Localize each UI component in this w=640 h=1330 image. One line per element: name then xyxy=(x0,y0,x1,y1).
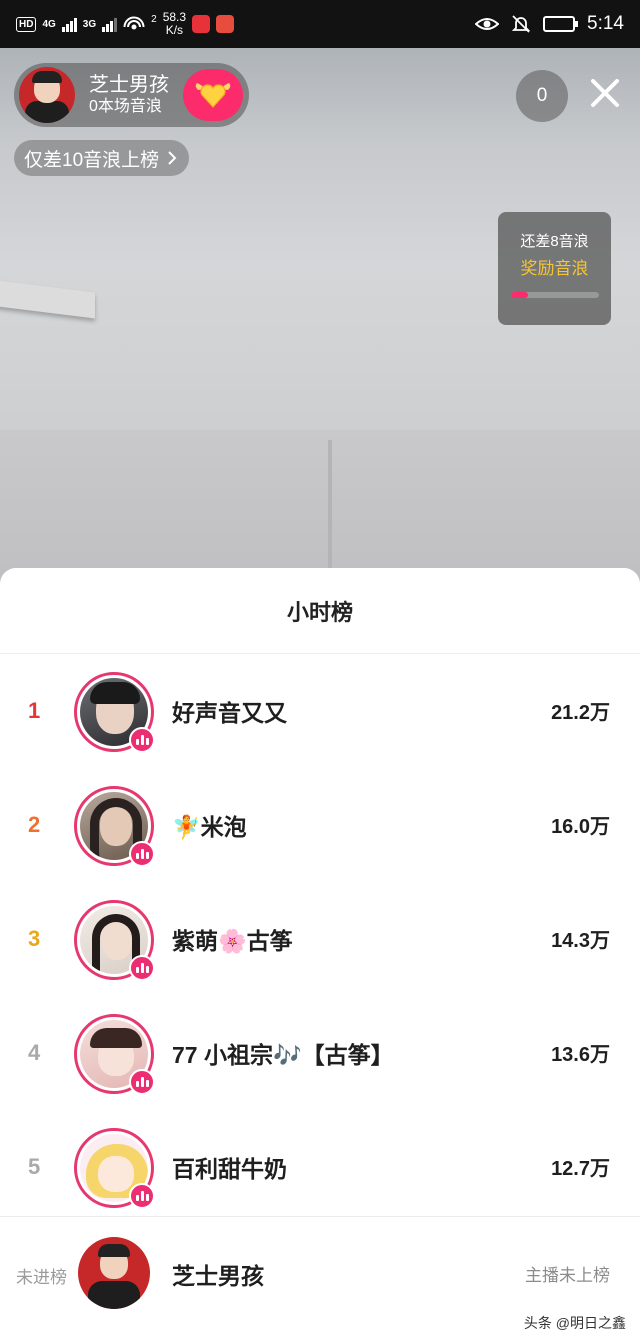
signal-icon xyxy=(61,16,77,32)
ranking-row[interactable]: 1 好声音又又 21.2万 xyxy=(0,664,640,764)
user-score: 13.6万 xyxy=(551,1044,610,1066)
user-avatar[interactable] xyxy=(74,1014,155,1095)
avatar-hair xyxy=(98,1244,130,1257)
eye-icon xyxy=(475,18,500,30)
hourly-ranking-sheet: 小时榜 1 好声音又又 21.2万 2 🧚米泡 16.0万 3 紫萌🌸古筝 14… xyxy=(0,568,640,1330)
my-rank-status: 主播未上榜 xyxy=(525,1266,610,1285)
photo-hair xyxy=(90,1028,142,1048)
photo-cartoon-face xyxy=(98,1156,134,1192)
anchor-name: 芝士男孩 xyxy=(89,74,169,96)
user-score: 14.3万 xyxy=(551,930,610,952)
watermark: 头条 @明日之鑫 xyxy=(523,1315,626,1330)
background-wall xyxy=(0,430,640,588)
rank-number: 3 xyxy=(28,926,41,951)
avatar-body xyxy=(88,1281,140,1309)
video-app-icon xyxy=(192,15,211,33)
anchor-info-pill[interactable]: 芝士男孩 0本场音浪 xyxy=(14,63,249,127)
ranking-row[interactable]: 2 🧚米泡 16.0万 xyxy=(0,778,640,878)
avatar-body xyxy=(25,101,69,123)
anchor-avatar[interactable] xyxy=(19,67,75,123)
rank-number: 2 xyxy=(28,812,41,837)
photo-cap xyxy=(90,682,140,704)
network-type-2: 3G xyxy=(82,18,97,30)
close-icon[interactable] xyxy=(584,72,626,114)
not-ranked-label: 未进榜 xyxy=(16,1268,67,1287)
reward-progress-fill xyxy=(510,292,529,298)
sheet-title: 小时榜 xyxy=(0,568,640,654)
reward-remaining-text: 还差8音浪 xyxy=(520,233,589,250)
my-avatar[interactable] xyxy=(78,1237,150,1309)
rank-number: 5 xyxy=(28,1154,41,1179)
network-speed: 58.3 K/s xyxy=(163,11,186,37)
live-audio-badge-icon xyxy=(129,955,155,981)
status-bar: HD 4G 3G 2 58.3 K/s 5:14 xyxy=(0,0,640,48)
live-video-area[interactable]: 芝士男孩 0本场音浪 仅差10音浪上榜 0 还差8音浪 奖励音浪 xyxy=(0,48,640,588)
my-name: 芝士男孩 xyxy=(172,1263,264,1289)
user-name: 好声音又又 xyxy=(172,700,287,726)
chevron-right-icon xyxy=(168,151,177,165)
live-audio-badge-icon xyxy=(129,727,155,753)
anchor-info: 芝士男孩 0本场音浪 xyxy=(89,73,169,117)
rank-gap-text: 仅差10音浪上榜 xyxy=(24,149,160,171)
live-audio-badge-icon xyxy=(129,1069,155,1095)
ranking-row[interactable]: 3 紫萌🌸古筝 14.3万 xyxy=(0,892,640,992)
live-audio-badge-icon xyxy=(129,1183,155,1209)
reward-progress-bar xyxy=(510,292,599,298)
speed-value: 58.3 xyxy=(162,10,187,24)
hotspot-count: 2 xyxy=(151,13,157,25)
hotspot-icon xyxy=(123,16,145,30)
reward-progress-card[interactable]: 还差8音浪 奖励音浪 xyxy=(498,212,611,325)
network-type-1: 4G xyxy=(42,18,56,30)
user-score: 12.7万 xyxy=(551,1158,610,1180)
avatar-hair xyxy=(32,71,62,83)
hd-indicator: HD xyxy=(16,16,37,32)
user-name: 紫萌🌸古筝 xyxy=(172,928,293,954)
follow-heart-button[interactable] xyxy=(183,69,243,121)
viewer-count-button[interactable]: 0 xyxy=(516,70,568,122)
user-avatar[interactable] xyxy=(74,900,155,981)
clock: 5:14 xyxy=(587,13,624,34)
shop-app-icon xyxy=(216,15,235,33)
rank-number: 4 xyxy=(28,1040,41,1065)
user-avatar[interactable] xyxy=(74,786,155,867)
user-score: 16.0万 xyxy=(551,816,610,838)
background-wall-edge xyxy=(328,440,332,588)
battery-icon xyxy=(543,16,579,32)
rank-number: 1 xyxy=(28,698,41,723)
background-light-fixture xyxy=(0,279,95,319)
user-name: 77 小祖宗🎶【古筝】 xyxy=(172,1042,394,1068)
winged-heart-icon xyxy=(195,83,231,108)
speed-unit: K/s xyxy=(165,23,184,37)
signal-icon-2 xyxy=(102,16,118,32)
anchor-sound-wave-count: 0本场音浪 xyxy=(89,98,162,115)
ranking-row[interactable]: 4 77 小祖宗🎶【古筝】 13.6万 xyxy=(0,1006,640,1106)
user-name: 🧚米泡 xyxy=(172,814,247,840)
my-rank-row[interactable]: 未进榜 芝士男孩 主播未上榜 头条 @明日之鑫 xyxy=(0,1216,640,1330)
user-avatar[interactable] xyxy=(74,672,155,753)
user-avatar[interactable] xyxy=(74,1128,155,1209)
rank-gap-hint[interactable]: 仅差10音浪上榜 xyxy=(14,140,190,176)
user-name: 百利甜牛奶 xyxy=(172,1156,287,1182)
live-audio-badge-icon xyxy=(129,841,155,867)
user-score: 21.2万 xyxy=(551,702,610,724)
ranking-row[interactable]: 5 百利甜牛奶 12.7万 xyxy=(0,1120,640,1220)
mute-bell-icon xyxy=(511,15,531,33)
reward-label: 奖励音浪 xyxy=(520,259,589,278)
